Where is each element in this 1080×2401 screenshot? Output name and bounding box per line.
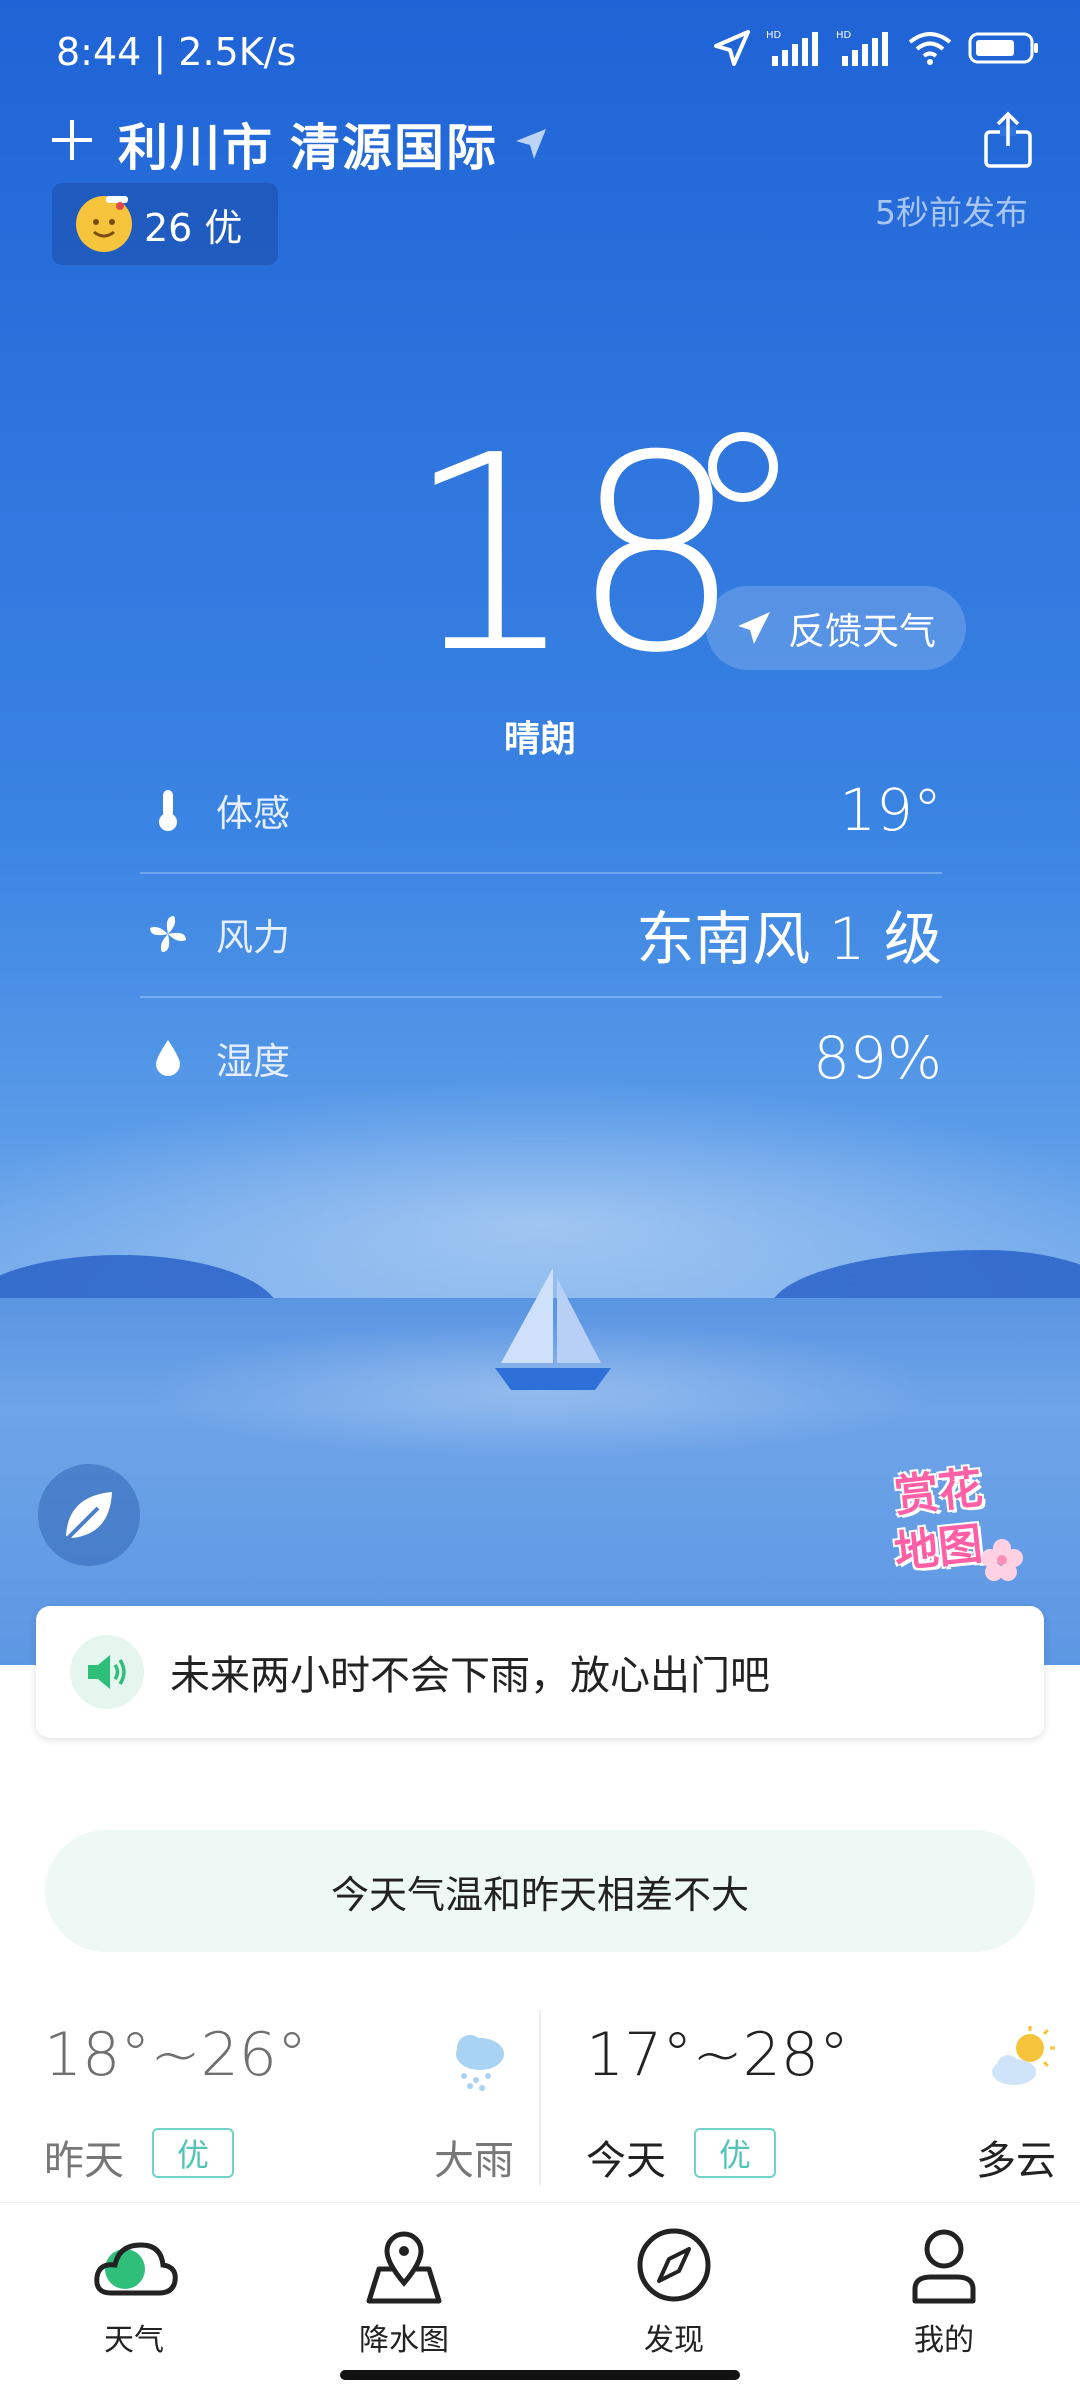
today-card[interactable]: 17°~28° 今天 优 多云 — [586, 2010, 1056, 2184]
nav-label: 降水图 — [359, 2323, 449, 2358]
feedback-weather-button[interactable]: 反馈天气 — [706, 586, 966, 670]
day-temp-range: 18°~26° — [44, 2020, 307, 2090]
nav-label: 我的 — [914, 2323, 974, 2358]
detail-label: 风力 — [216, 916, 290, 959]
rain-notice-text: 未来两小时不会下雨，放心出门吧 — [170, 1653, 770, 1699]
weather-cloud-icon — [94, 2242, 178, 2296]
flower-map-line2: 地图 — [892, 1518, 985, 1579]
day-aqi-tag: 优 — [694, 2128, 776, 2178]
flower-map-button[interactable]: 赏花 地图 — [890, 1456, 1030, 1586]
svg-text:HD: HD — [836, 30, 852, 41]
speaker-icon — [70, 1635, 144, 1709]
aqi-face-icon — [76, 196, 132, 252]
wifi-icon — [908, 32, 952, 65]
temperature-compare-pill: 今天气温和昨天相差不大 — [45, 1830, 1035, 1952]
degree-symbol — [708, 432, 778, 502]
feedback-label: 反馈天气 — [788, 610, 936, 653]
sailboat-illustration — [495, 1268, 611, 1390]
city-name: 利川市 — [118, 119, 274, 177]
detail-row-wind: 风力 东南风 1 级 — [140, 874, 942, 994]
detail-value: 19° — [839, 776, 942, 844]
map-pin-icon — [366, 2231, 442, 2304]
detail-row-feels-like: 体感 19° — [140, 750, 942, 870]
home-indicator[interactable] — [340, 2370, 740, 2380]
detail-label: 湿度 — [216, 1040, 290, 1083]
detail-value: 89% — [813, 1024, 942, 1092]
day-temp-range: 17°~28° — [586, 2020, 849, 2090]
droplet-icon — [156, 1040, 180, 1076]
partly-cloudy-icon — [992, 2026, 1055, 2085]
hd-signal-icon: HD — [766, 30, 818, 66]
nav-discover[interactable]: 发现 — [574, 2223, 774, 2359]
status-icons: HD HD — [712, 28, 1040, 68]
location-title[interactable]: 利川市 清源国际 — [118, 108, 548, 180]
nav-weather[interactable]: 天气 — [34, 2223, 234, 2359]
aqi-badge[interactable]: 26 优 — [52, 183, 278, 265]
detail-label: 体感 — [216, 792, 290, 835]
nav-profile[interactable]: 我的 — [844, 2223, 1044, 2359]
day-label: 昨天 — [44, 2138, 124, 2184]
leaf-button[interactable] — [38, 1464, 140, 1566]
fan-icon — [150, 916, 186, 952]
aqi-value: 26 优 — [144, 205, 243, 250]
publish-time: 5秒前发布 — [875, 193, 1028, 232]
detail-value: 东南风 1 级 — [636, 905, 942, 973]
status-bar: 8:44 | 2.5K/s HD HD — [0, 0, 1080, 100]
thermometer-icon — [159, 790, 177, 831]
nav-label: 发现 — [644, 2323, 704, 2358]
user-icon — [912, 2229, 976, 2304]
add-city-icon[interactable] — [50, 118, 94, 162]
svg-text:HD: HD — [766, 30, 782, 41]
day-divider — [539, 2010, 541, 2186]
day-condition: 大雨 — [434, 2138, 514, 2184]
nav-precipitation-map[interactable]: 降水图 — [304, 2223, 504, 2359]
compass-icon — [637, 2228, 711, 2302]
location-arrow-icon — [714, 30, 750, 66]
detail-row-humidity: 湿度 89% — [140, 998, 942, 1118]
day-condition: 多云 — [976, 2138, 1056, 2184]
leaf-icon — [62, 1492, 112, 1544]
day-label: 今天 — [586, 2138, 666, 2184]
heavy-rain-icon — [456, 2035, 504, 2091]
day-aqi-tag: 优 — [152, 2128, 234, 2178]
location-arrow-icon — [516, 129, 546, 159]
battery-icon — [968, 32, 1038, 64]
send-icon — [738, 612, 770, 644]
yesterday-card[interactable]: 18°~26° 昨天 优 大雨 — [44, 2010, 514, 2184]
district-name: 清源国际 — [290, 119, 498, 177]
rain-notice-card[interactable]: 未来两小时不会下雨，放心出门吧 — [36, 1606, 1044, 1738]
hd-signal-icon: HD — [836, 30, 888, 66]
nav-label: 天气 — [104, 2323, 164, 2358]
flower-icon — [981, 1539, 1023, 1581]
status-time-speed: 8:44 | 2.5K/s — [56, 30, 297, 74]
share-icon[interactable] — [982, 110, 1034, 170]
current-temperature: 18 — [405, 397, 743, 712]
